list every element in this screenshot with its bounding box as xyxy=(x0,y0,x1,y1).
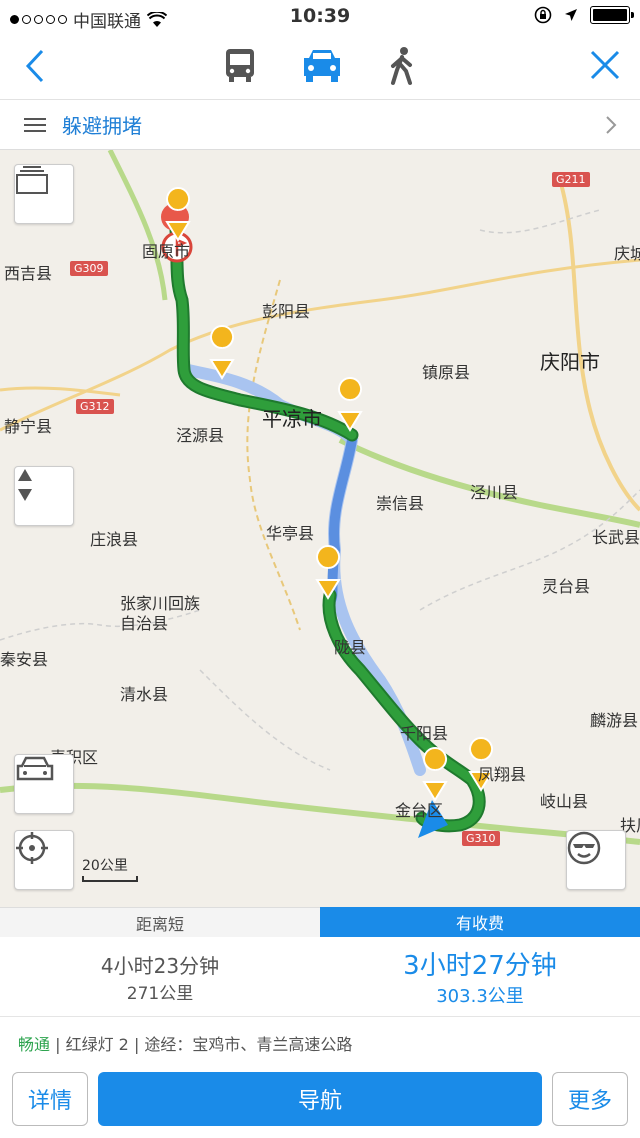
place-label: 凤翔县 xyxy=(478,765,527,784)
map-scale: 20公里 xyxy=(82,855,138,882)
bottom-actions: 详情 导航 更多 xyxy=(0,1066,640,1138)
chevron-right-icon xyxy=(606,116,617,134)
place-label: 自治县 xyxy=(120,614,169,633)
status-bar: 中国联通 10:39 xyxy=(0,0,640,34)
place-label: 彭阳县 xyxy=(262,302,311,321)
place-label: 麟游县 xyxy=(590,711,639,730)
traffic-status: 畅通 xyxy=(18,1035,51,1054)
locate-button[interactable] xyxy=(14,830,74,890)
route-options: 4小时23分钟 271公里 3小时27分钟 303.3公里 xyxy=(0,937,640,1017)
place-label: 陇县 xyxy=(334,638,367,657)
layers-button[interactable] xyxy=(14,164,74,224)
menu-icon xyxy=(24,114,46,136)
place-label: 泾川县 xyxy=(470,483,519,502)
walk-icon[interactable] xyxy=(384,46,420,86)
transport-mode-bar xyxy=(0,34,640,100)
route-tabs: 距离短 有收费 xyxy=(0,907,640,937)
feedback-button[interactable] xyxy=(566,830,626,890)
place-label: 金台区 xyxy=(395,801,444,820)
scale-bar xyxy=(82,876,138,882)
avoid-congestion-bar[interactable]: 躲避拥堵 xyxy=(0,100,640,150)
orientation-lock-icon xyxy=(534,6,552,24)
route-option-main[interactable]: 3小时27分钟 303.3公里 xyxy=(320,937,640,1016)
drive-mode-button[interactable] xyxy=(14,754,74,814)
place-label: 镇原县 xyxy=(422,363,471,382)
place-label: 庆阳市 xyxy=(540,350,600,374)
layers-icon xyxy=(16,166,48,194)
place-label: 秦安县 xyxy=(0,650,49,669)
place-label: 庆城 xyxy=(614,244,640,263)
place-label: 清水县 xyxy=(120,685,169,704)
place-label: 静宁县 xyxy=(4,417,53,436)
car-icon[interactable] xyxy=(300,46,344,86)
route-distance: 303.3公里 xyxy=(436,986,524,1007)
up-down-arrows-icon xyxy=(18,469,32,501)
details-button[interactable]: 详情 xyxy=(12,1072,88,1126)
place-label: 千阳县 xyxy=(400,724,449,743)
zoom-toggle-button[interactable] xyxy=(14,466,74,526)
place-label: 庄浪县 xyxy=(90,530,139,549)
place-label: 西吉县 xyxy=(4,264,53,283)
bus-icon[interactable] xyxy=(220,46,260,86)
scale-label: 20公里 xyxy=(82,858,128,874)
route-info: 畅通 | 红绿灯 2 | 途经：宝鸡市、青兰高速公路 xyxy=(18,1031,352,1055)
highway-shield: G310 xyxy=(462,831,500,846)
place-label: 泾源县 xyxy=(176,426,225,445)
place-label: 岐山县 xyxy=(540,792,589,811)
car-outline-icon xyxy=(16,756,54,781)
close-icon[interactable] xyxy=(588,48,622,82)
place-label: 长武县 xyxy=(592,528,640,547)
place-label: 华亭县 xyxy=(266,524,315,543)
avoid-congestion-label: 躲避拥堵 xyxy=(62,114,142,138)
route-option-alt[interactable]: 4小时23分钟 271公里 xyxy=(0,937,320,1016)
highway-shield: G309 xyxy=(70,261,108,276)
tab-toll[interactable]: 有收费 xyxy=(320,907,640,937)
map-view[interactable]: 固原市 西吉县 彭阳县 镇原县 庆阳市 庆城 静宁县 泾源县 平凉市 崇信县 泾… xyxy=(0,150,640,907)
route-distance: 271公里 xyxy=(126,983,194,1004)
route-duration: 3小时27分钟 xyxy=(403,951,557,981)
sunglasses-face-icon xyxy=(567,831,601,865)
highway-shield: G312 xyxy=(76,399,114,414)
tab-shortest[interactable]: 距离短 xyxy=(0,907,320,937)
highway-shield: G211 xyxy=(552,172,590,187)
place-label: 崇信县 xyxy=(376,494,425,513)
navigate-button[interactable]: 导航 xyxy=(98,1072,542,1126)
location-arrow-icon xyxy=(565,9,577,21)
back-icon[interactable] xyxy=(22,48,50,84)
battery-icon xyxy=(590,6,634,24)
place-label: 固原市 xyxy=(142,242,191,261)
locate-icon xyxy=(16,832,48,864)
route-details: | 红绿灯 2 | 途经：宝鸡市、青兰高速公路 xyxy=(55,1035,353,1054)
route-duration: 4小时23分钟 xyxy=(100,953,220,978)
place-label: 灵台县 xyxy=(542,577,591,596)
place-label: 平凉市 xyxy=(262,407,322,431)
more-button[interactable]: 更多 xyxy=(552,1072,628,1126)
